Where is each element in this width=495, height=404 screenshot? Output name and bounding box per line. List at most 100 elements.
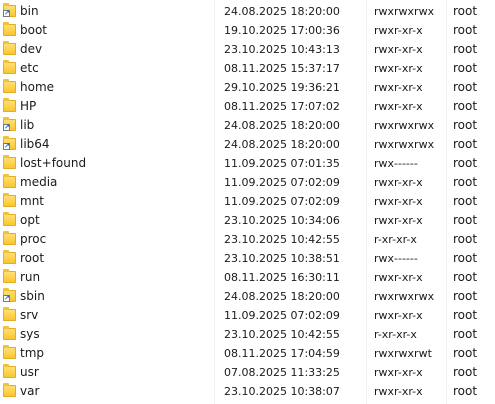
file-owner: root (453, 213, 478, 227)
file-name: bin (20, 4, 39, 18)
file-row[interactable]: ↗ sbin 24.08.2025 18:20:00 rwxrwxrwx root (0, 287, 495, 306)
file-owner: root (453, 384, 478, 398)
file-row[interactable]: etc 08.11.2025 15:37:17 rwxr-xr-x root (0, 59, 495, 78)
file-permissions: r-xr-xr-x (374, 233, 417, 246)
shortcut-arrow-icon: ↗ (3, 123, 10, 131)
file-row[interactable]: lost+found 11.09.2025 07:01:35 rwx------ ro… (0, 154, 495, 173)
folder-icon (3, 98, 16, 112)
file-permissions: rwxr-xr-x (374, 385, 423, 398)
folder-link-icon: ↗ (3, 117, 16, 131)
folder-icon (3, 345, 16, 359)
file-modified: 29.10.2025 19:36:21 (224, 81, 340, 94)
file-modified: 23.10.2025 10:42:55 (224, 233, 340, 246)
file-name: etc (20, 61, 39, 75)
file-permissions: r-xr-xr-x (374, 328, 417, 341)
file-name: mnt (20, 194, 44, 208)
folder-link-icon: ↗ (3, 136, 16, 150)
file-owner: root (453, 23, 478, 37)
file-row[interactable]: srv 11.09.2025 07:02:09 rwxr-xr-x root (0, 306, 495, 325)
file-permissions: rwxr-xr-x (374, 100, 423, 113)
folder-icon (3, 383, 16, 397)
folder-icon (3, 60, 16, 74)
file-permissions: rwxrwxrwx (374, 5, 435, 18)
file-modified: 23.10.2025 10:43:13 (224, 43, 340, 56)
file-owner: root (453, 251, 478, 265)
file-permissions: rwxr-xr-x (374, 176, 423, 189)
file-name: run (20, 270, 41, 284)
file-row[interactable]: usr 07.08.2025 11:33:25 rwxr-xr-x root (0, 363, 495, 382)
folder-icon (3, 79, 16, 93)
folder-icon (3, 250, 16, 264)
folder-link-icon: ↗ (3, 288, 16, 302)
file-name: home (20, 80, 55, 94)
file-name: usr (20, 365, 39, 379)
file-name: lib64 (20, 137, 50, 151)
folder-link-icon: ↗ (3, 3, 16, 17)
file-name: tmp (20, 346, 45, 360)
folder-icon (3, 193, 16, 207)
file-owner: root (453, 232, 478, 246)
file-row[interactable]: root 23.10.2025 10:38:51 rwx------ root (0, 249, 495, 268)
file-owner: root (453, 137, 478, 151)
file-owner: root (453, 289, 478, 303)
file-modified: 08.11.2025 16:30:11 (224, 271, 340, 284)
file-owner: root (453, 80, 478, 94)
file-row[interactable]: proc 23.10.2025 10:42:55 r-xr-xr-x root (0, 230, 495, 249)
folder-icon (3, 174, 16, 188)
shortcut-arrow-icon: ↗ (3, 294, 10, 302)
file-permissions: rwxr-xr-x (374, 62, 423, 75)
file-row[interactable]: media 11.09.2025 07:02:09 rwxr-xr-x root (0, 173, 495, 192)
file-row[interactable]: opt 23.10.2025 10:34:06 rwxr-xr-x root (0, 211, 495, 230)
file-permissions: rwx------ (374, 157, 418, 170)
folder-icon (3, 231, 16, 245)
file-row[interactable]: dev 23.10.2025 10:43:13 rwxr-xr-x root (0, 40, 495, 59)
file-modified: 19.10.2025 17:00:36 (224, 24, 340, 37)
file-modified: 08.11.2025 17:04:59 (224, 347, 340, 360)
file-permissions: rwxr-xr-x (374, 43, 423, 56)
file-row[interactable]: mnt 11.09.2025 07:02:09 rwxr-xr-x root (0, 192, 495, 211)
file-row[interactable]: boot 19.10.2025 17:00:36 rwxr-xr-x root (0, 21, 495, 40)
file-name: root (20, 251, 45, 265)
folder-icon (3, 22, 16, 36)
file-row[interactable]: HP 08.11.2025 17:07:02 rwxr-xr-x root (0, 97, 495, 116)
file-modified: 23.10.2025 10:42:55 (224, 328, 340, 341)
file-owner: root (453, 175, 478, 189)
file-name: sys (20, 327, 40, 341)
file-owner: root (453, 118, 478, 132)
file-owner: root (453, 346, 478, 360)
file-owner: root (453, 4, 478, 18)
file-row[interactable]: run 08.11.2025 16:30:11 rwxr-xr-x root (0, 268, 495, 287)
file-row[interactable]: sys 23.10.2025 10:42:55 r-xr-xr-x root (0, 325, 495, 344)
file-owner: root (453, 365, 478, 379)
file-row[interactable]: ↗ lib64 24.08.2025 18:20:00 rwxrwxrwx root (0, 135, 495, 154)
file-row[interactable]: var 23.10.2025 10:38:07 rwxr-xr-x root (0, 382, 495, 401)
folder-icon (3, 326, 16, 340)
file-name: proc (20, 232, 47, 246)
folder-icon (3, 41, 16, 55)
file-row[interactable]: tmp 08.11.2025 17:04:59 rwxrwxrwt root (0, 344, 495, 363)
folder-icon (3, 212, 16, 226)
file-owner: root (453, 327, 478, 341)
file-modified: 07.08.2025 11:33:25 (224, 366, 340, 379)
file-list: ↗ bin 24.08.2025 18:20:00 rwxrwxrwx root boot… (0, 0, 495, 404)
file-name: media (20, 175, 58, 189)
file-permissions: rwxr-xr-x (374, 309, 423, 322)
file-permissions: rwxr-xr-x (374, 24, 423, 37)
file-name: var (20, 384, 40, 398)
file-modified: 23.10.2025 10:34:06 (224, 214, 340, 227)
file-name: HP (20, 99, 37, 113)
folder-icon (3, 155, 16, 169)
file-modified: 23.10.2025 10:38:07 (224, 385, 340, 398)
file-modified: 11.09.2025 07:02:09 (224, 195, 340, 208)
file-owner: root (453, 194, 478, 208)
file-row[interactable]: home 29.10.2025 19:36:21 rwxr-xr-x root (0, 78, 495, 97)
file-row[interactable]: ↗ lib 24.08.2025 18:20:00 rwxrwxrwx root (0, 116, 495, 135)
file-modified: 11.09.2025 07:02:09 (224, 309, 340, 322)
file-modified: 24.08.2025 18:20:00 (224, 290, 340, 303)
file-permissions: rwx------ (374, 252, 418, 265)
shortcut-arrow-icon: ↗ (3, 142, 10, 150)
shortcut-arrow-icon: ↗ (3, 9, 10, 17)
file-row[interactable]: ↗ bin 24.08.2025 18:20:00 rwxrwxrwx root (0, 2, 495, 21)
file-modified: 11.09.2025 07:01:35 (224, 157, 340, 170)
file-owner: root (453, 99, 478, 113)
